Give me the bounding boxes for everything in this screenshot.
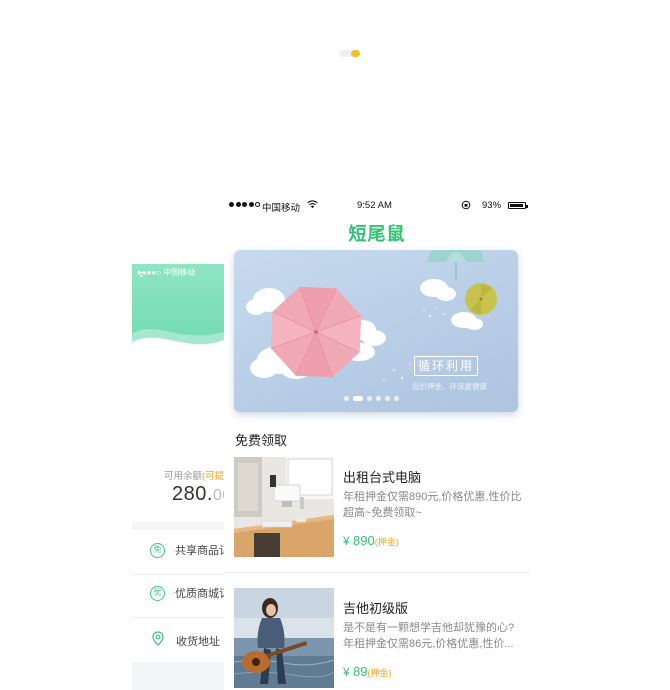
promo-banner[interactable]: 循环利用 低价押金、环保更健康 xyxy=(234,250,518,412)
menu-item-label: 共享商品记 xyxy=(175,545,224,557)
mini-status-bar: ●●●●○ 中国移动 xyxy=(137,268,196,278)
rotation-lock-icon xyxy=(461,200,471,213)
product-card[interactable]: 吉他初级版 是不是有一颗想学吉他却犹豫的心?年租押金仅需86元,价格优惠,性价.… xyxy=(224,588,530,690)
product-description: 是不是有一颗想学吉他却犹豫的心?年租押金仅需86元,价格优惠,性价... xyxy=(343,622,515,650)
mian-circle-icon: 免 xyxy=(150,542,165,558)
product-price: ¥ 890(押金) xyxy=(343,533,399,548)
section-title: 免费领取 xyxy=(235,433,288,448)
section-separator xyxy=(132,522,224,530)
guitar-girl-photo xyxy=(234,588,334,688)
secondary-screen-preview: ●●●●○ 中国移动 可用余额(可提 280.00 免 共享商品记 优 优质商城… xyxy=(132,264,224,690)
banner-subtitle: 低价押金、环保更健康 xyxy=(412,382,487,391)
menu-item-label: 收货地址 xyxy=(176,636,220,648)
battery-percentage: 93% xyxy=(482,200,502,211)
battery-icon xyxy=(508,202,528,209)
bottom-separator xyxy=(132,662,224,690)
menu-item-label: 优质商城订 xyxy=(175,588,224,600)
list-divider xyxy=(224,572,530,573)
product-description: 年租押金仅需890元,价格优惠,性价比超高~免费领取~ xyxy=(343,491,522,519)
desk-computer-photo xyxy=(234,457,334,557)
wifi-icon xyxy=(307,200,318,212)
banner-badge: 循环利用 xyxy=(414,356,478,376)
product-price: ¥ 89(押金) xyxy=(343,664,392,679)
you-circle-icon: 优 xyxy=(150,585,165,601)
balance-value: 280.00 xyxy=(172,483,224,505)
product-card[interactable]: 出租台式电脑 年租押金仅需890元,价格优惠,性价比超高~免费领取~ ¥ 890… xyxy=(224,457,530,567)
clock: 9:52 AM xyxy=(357,200,392,211)
app-logo: 短尾鼠 xyxy=(348,224,406,245)
location-pin-icon xyxy=(152,631,164,651)
product-name: 吉他初级版 xyxy=(343,601,409,616)
menu-item-mall-orders[interactable]: 优 优质商城订 xyxy=(132,581,224,605)
product-name: 出租台式电脑 xyxy=(343,470,422,485)
profile-header-background: ●●●●○ 中国移动 xyxy=(132,264,224,354)
menu-item-shared-goods[interactable]: 免 共享商品记 xyxy=(132,538,224,562)
balance-label: 可用余额(可提 xyxy=(164,471,224,482)
signal-strength-icon xyxy=(229,202,260,207)
carrier-name: 中国移动 xyxy=(262,203,301,214)
page-indicator xyxy=(339,50,360,57)
carousel-dots[interactable] xyxy=(344,396,399,401)
main-screen: 中国移动 9:52 AM 93% 短尾鼠 循环利用 低价押金、环保更健康 免费领… xyxy=(224,190,530,690)
status-bar: 中国移动 9:52 AM 93% xyxy=(224,190,530,220)
menu-item-address[interactable]: 收货地址 xyxy=(132,629,224,653)
